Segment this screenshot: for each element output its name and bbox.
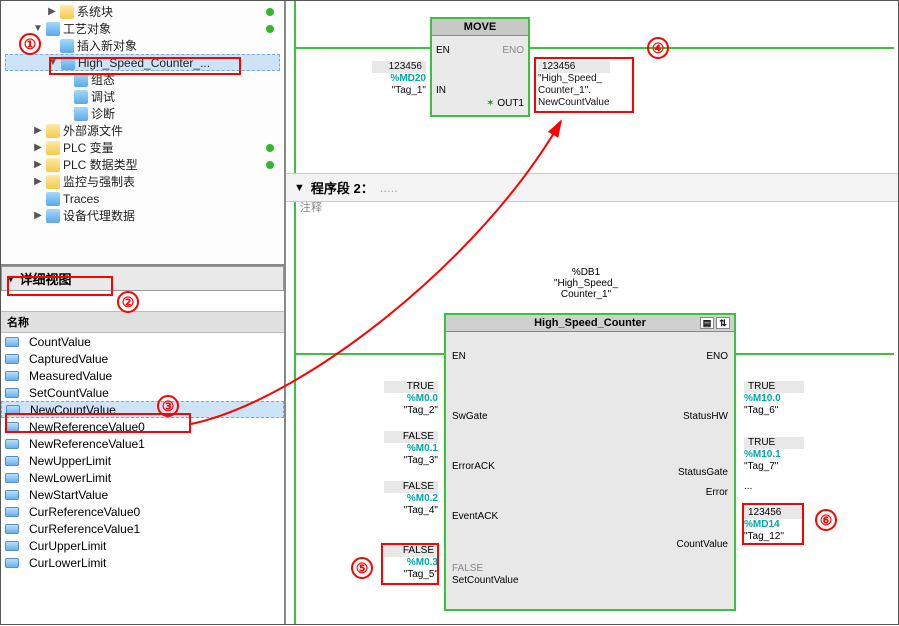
tree-item[interactable]: Traces: [5, 190, 280, 207]
hsc-block[interactable]: High_Speed_Counter ▤⇅ EN ENO SwGate Erro…: [444, 313, 736, 611]
hsc-db-label: %DB1 "High_Speed_ Counter_1": [486, 267, 686, 300]
pin-in: IN: [436, 85, 446, 96]
segment2-header[interactable]: ▼ 程序段 2： .....: [286, 173, 898, 202]
hsc-statushw-tag[interactable]: TRUE%M10.0"Tag_6": [744, 381, 804, 417]
detail-row[interactable]: CurReferenceValue1: [1, 520, 284, 537]
detail-row[interactable]: NewLowerLimit: [1, 469, 284, 486]
callout-5: ⑤: [351, 557, 373, 579]
pin-eno: ENO: [502, 45, 524, 56]
tree-item[interactable]: 插入新对象: [5, 37, 280, 54]
callout-4: ④: [647, 37, 669, 59]
detail-row[interactable]: CapturedValue: [1, 350, 284, 367]
detail-row[interactable]: CurLowerLimit: [1, 554, 284, 571]
hsc-swgate-tag[interactable]: TRUE%M0.0"Tag_2": [384, 381, 438, 417]
callout-5-box: [381, 543, 439, 585]
tree-item[interactable]: ▶设备代理数据: [5, 207, 280, 224]
callout-2: ②: [117, 291, 139, 313]
pin-en2: EN: [452, 351, 466, 362]
tree-item[interactable]: ▶PLC 变量: [5, 139, 280, 156]
detail-row[interactable]: CurUpperLimit: [1, 537, 284, 554]
tree-item[interactable]: ▶监控与强制表: [5, 173, 280, 190]
detail-row[interactable]: NewUpperLimit: [1, 452, 284, 469]
hsc-toolbar-icons[interactable]: ▤⇅: [700, 317, 730, 329]
tree-item[interactable]: ▶PLC 数据类型: [5, 156, 280, 173]
detail-row[interactable]: NewStartValue: [1, 486, 284, 503]
hsc-evtack-tag[interactable]: FALSE%M0.2"Tag_4": [384, 481, 438, 517]
callout-1-box: [49, 57, 241, 75]
segment2-comment[interactable]: 注释: [286, 197, 336, 223]
detail-row[interactable]: CurReferenceValue0: [1, 503, 284, 520]
rung2-wire-l: [294, 353, 444, 355]
pin-eno2: ENO: [706, 351, 728, 362]
tree-item[interactable]: ▶系统块: [5, 3, 280, 20]
pin-out1: ✶ OUT1: [486, 98, 524, 109]
callout-4-box: [534, 57, 634, 113]
tree-item[interactable]: 调试: [5, 88, 280, 105]
left-panel: ▶系统块▼工艺对象插入新对象▼High_Speed_Counter_...组态调…: [1, 1, 286, 624]
hsc-error-tag[interactable]: ...: [744, 481, 804, 493]
rung2-wire-r: [736, 353, 894, 355]
chevron-down-icon: ▼: [294, 182, 305, 194]
tree-item[interactable]: 诊断: [5, 105, 280, 122]
detail-row[interactable]: CountValue: [1, 333, 284, 350]
detail-row[interactable]: NewReferenceValue1: [1, 435, 284, 452]
rung2-rail: [294, 233, 296, 624]
move-block[interactable]: MOVE EN ENO IN ✶ OUT1: [430, 17, 530, 117]
detail-row[interactable]: MeasuredValue: [1, 367, 284, 384]
hsc-title: High_Speed_Counter ▤⇅: [446, 315, 734, 332]
hsc-errack-tag[interactable]: FALSE%M0.1"Tag_3": [384, 431, 438, 467]
segment2-label: 程序段 2：: [311, 178, 374, 197]
tree-item[interactable]: ▶外部源文件: [5, 122, 280, 139]
rung1-wire: [294, 47, 894, 49]
move-in-tag[interactable]: 123456 %MD20 "Tag_1": [372, 61, 426, 97]
callout-1: ①: [19, 33, 41, 55]
detail-list: 名称 CountValueCapturedValueMeasuredValueS…: [1, 311, 284, 624]
callout-6-box: [742, 503, 804, 545]
callout-6: ⑥: [815, 509, 837, 531]
pin-en: EN: [436, 45, 450, 56]
callout-3-box: [5, 413, 191, 433]
column-header-name[interactable]: 名称: [1, 311, 284, 333]
hsc-statusgate-tag[interactable]: TRUE%M10.1"Tag_7": [744, 437, 804, 473]
move-title: MOVE: [432, 19, 528, 36]
callout-2-box: [7, 276, 113, 296]
project-tree[interactable]: ▶系统块▼工艺对象插入新对象▼High_Speed_Counter_...组态调…: [1, 1, 284, 266]
tree-item[interactable]: ▼工艺对象: [5, 20, 280, 37]
detail-row[interactable]: SetCountValue: [1, 384, 284, 401]
